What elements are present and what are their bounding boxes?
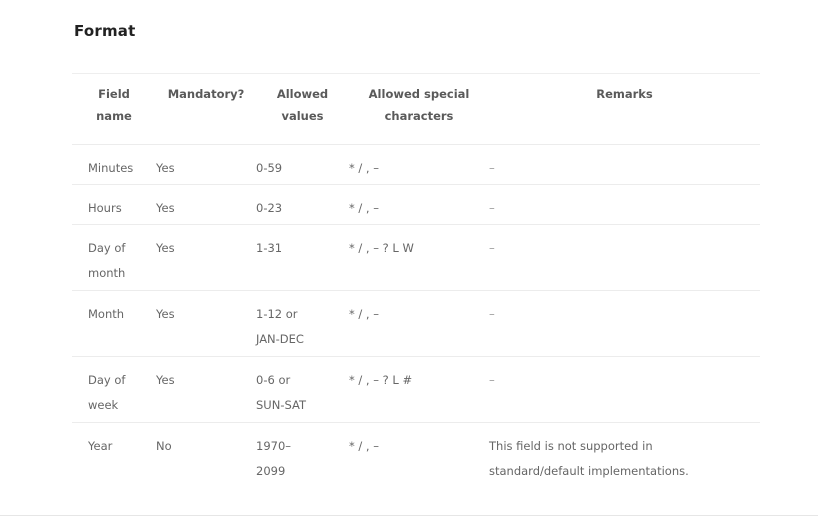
cell-field-name: Month <box>88 307 125 321</box>
header-field-name: Field name <box>96 87 132 123</box>
cell-allowed-values: 1-12 or JAN-DEC <box>256 307 304 346</box>
cell-remarks: This field is not supported in standard/d… <box>489 439 689 478</box>
cell-special-characters: * / , – ? L # <box>349 373 413 387</box>
cell-field-name: Minutes <box>88 161 134 175</box>
cell-special-characters: * / , – <box>349 439 379 453</box>
cell-remarks: – <box>489 161 495 175</box>
cell-remarks: – <box>489 307 495 321</box>
cell-mandatory: Yes <box>156 161 175 175</box>
cell-remarks: – <box>489 241 495 255</box>
header-remarks: Remarks <box>596 87 653 101</box>
table-row: Day of week Yes 0-6 or SUN-SAT * / , – ? L # – <box>72 356 760 423</box>
cell-field-name: Hours <box>88 201 122 215</box>
cell-special-characters: * / , – <box>349 161 379 175</box>
cell-allowed-values: 0-23 <box>256 201 283 215</box>
cell-allowed-values: 1-31 <box>256 241 283 255</box>
table-row: Day of month Yes 1-31 * / , – ? L W – <box>72 224 760 291</box>
table-header-row: Field name Mandatory? Allowed values Allowed … <box>72 73 760 145</box>
cell-mandatory: Yes <box>156 201 175 215</box>
table-row: Minutes Yes 0-59 * / , – – <box>72 144 760 185</box>
section-title: Format <box>74 22 136 40</box>
header-allowed-special-characters: Allowed special characters <box>368 87 470 123</box>
cell-special-characters: * / , – <box>349 307 379 321</box>
cell-field-name: Day of month <box>88 241 126 280</box>
cell-remarks: – <box>489 201 495 215</box>
cell-mandatory: Yes <box>156 241 175 255</box>
table-body: Minutes Yes 0-59 * / , – – Hours Yes 0-23 * / , … <box>72 144 760 489</box>
cell-special-characters: * / , – ? L W <box>349 241 414 255</box>
table-row: Year No 1970– 2099 * / , – This field is not … <box>72 422 760 489</box>
cell-mandatory: No <box>156 439 172 453</box>
cell-field-name: Year <box>88 439 113 453</box>
divider <box>0 515 818 516</box>
cell-remarks: – <box>489 373 495 387</box>
cell-special-characters: * / , – <box>349 201 379 215</box>
format-table: Field name Mandatory? Allowed values Allowed … <box>72 73 760 489</box>
cell-allowed-values: 0-59 <box>256 161 283 175</box>
cell-mandatory: Yes <box>156 307 175 321</box>
table-row: Hours Yes 0-23 * / , – – <box>72 184 760 225</box>
cell-field-name: Day of week <box>88 373 126 412</box>
cell-mandatory: Yes <box>156 373 175 387</box>
cell-allowed-values: 1970– 2099 <box>256 439 292 478</box>
table-row: Month Yes 1-12 or JAN-DEC * / , – – <box>72 290 760 357</box>
header-allowed-values: Allowed values <box>276 87 329 123</box>
cell-allowed-values: 0-6 or SUN-SAT <box>256 373 306 412</box>
header-mandatory: Mandatory? <box>167 87 245 101</box>
